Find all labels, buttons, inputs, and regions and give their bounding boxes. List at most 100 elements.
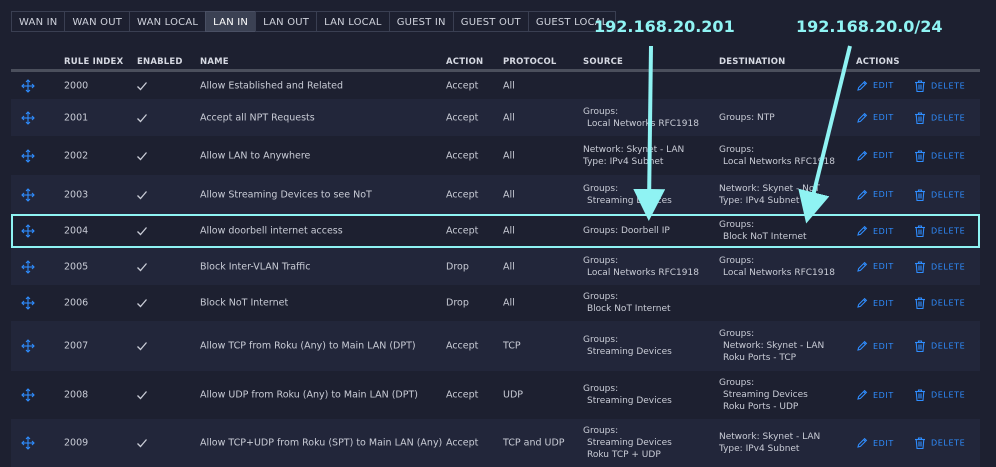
destination-line: Type: IPv4 Subnet (719, 195, 800, 206)
rule-index: 2009 (64, 437, 89, 449)
delete-button[interactable]: DELETE (914, 437, 965, 450)
rule-protocol: All (503, 297, 515, 309)
rule-source: Groups: Local Networks RFC1918 (583, 255, 699, 279)
edit-button[interactable]: EDIT (856, 80, 894, 92)
edit-button[interactable]: EDIT (856, 189, 894, 201)
rule-source: Groups: Streaming Devices (583, 383, 672, 407)
tab-guest-out[interactable]: GUEST OUT (452, 11, 529, 32)
source-line: Streaming Devices (587, 396, 672, 406)
pencil-icon (856, 437, 873, 449)
delete-label: DELETE (931, 226, 966, 236)
rule-action: Accept (446, 437, 479, 449)
table-header: RULE INDEX ENABLED NAME ACTION PROTOCOL … (11, 55, 980, 69)
tab-wan-local[interactable]: WAN LOCAL (129, 11, 207, 32)
edit-button[interactable]: EDIT (856, 340, 894, 352)
tab-guest-in[interactable]: GUEST IN (388, 11, 454, 32)
col-actions: ACTIONS (856, 57, 900, 67)
delete-label: DELETE (931, 113, 966, 122)
rule-action: Accept (446, 225, 479, 237)
drag-handle-icon[interactable] (21, 436, 35, 450)
tab-lan-local[interactable]: LAN LOCAL (316, 11, 390, 32)
delete-button[interactable]: DELETE (914, 79, 965, 92)
drag-handle-icon[interactable] (21, 78, 35, 93)
rule-protocol: All (503, 189, 515, 200)
delete-label: DELETE (931, 390, 966, 400)
rule-source: Groups: Streaming Devices (583, 334, 672, 358)
edit-button[interactable]: EDIT (856, 225, 894, 237)
table-row: 2006 Block NoT Internet Drop All Groups: Bloc… (11, 285, 980, 321)
col-rule-index: RULE INDEX (64, 57, 124, 67)
delete-button[interactable]: DELETE (914, 225, 965, 238)
delete-button[interactable]: DELETE (914, 340, 965, 353)
rule-name: Accept all NPT Requests (200, 112, 315, 123)
destination-line: Groups: (719, 144, 755, 155)
delete-label: DELETE (931, 151, 966, 160)
pencil-icon (856, 225, 873, 237)
check-icon (136, 437, 148, 449)
delete-button[interactable]: DELETE (914, 297, 965, 310)
destination-line: Streaming Devices (723, 390, 808, 400)
rule-action: Drop (446, 261, 469, 272)
pencil-icon (856, 80, 873, 92)
delete-button[interactable]: DELETE (914, 149, 965, 162)
annotation-destination-subnet: 192.168.20.0/24 (796, 17, 943, 36)
rule-action: Accept (446, 340, 479, 352)
edit-button[interactable]: EDIT (856, 389, 894, 401)
col-protocol: PROTOCOL (503, 57, 557, 67)
tab-lan-out[interactable]: LAN OUT (255, 11, 318, 32)
trash-icon (914, 297, 931, 310)
tab-lan-in[interactable]: LAN IN (205, 11, 257, 32)
rule-action: Accept (446, 80, 479, 91)
tab-wan-out[interactable]: WAN OUT (64, 11, 131, 32)
rule-source: Groups: Local Networks RFC1918 (583, 106, 699, 130)
trash-icon (914, 437, 931, 450)
drag-handle-icon[interactable] (21, 388, 35, 402)
drag-handle-icon[interactable] (21, 259, 35, 274)
edit-button[interactable]: EDIT (856, 150, 894, 162)
rule-protocol: TCP and UDP (503, 437, 565, 449)
edit-label: EDIT (873, 226, 894, 236)
source-line: Roku TCP + UDP (587, 450, 661, 460)
trash-icon (914, 79, 931, 92)
rule-name: Allow TCP+UDP from Roku (SPT) to Main LA… (200, 437, 443, 449)
edit-button[interactable]: EDIT (856, 261, 894, 273)
rule-action: Accept (446, 189, 479, 200)
check-icon (136, 225, 148, 237)
pencil-icon (856, 189, 873, 201)
destination-line: Network: Skynet - LAN (723, 341, 825, 351)
edit-label: EDIT (873, 81, 894, 90)
source-line: Groups: (583, 384, 619, 394)
delete-button[interactable]: DELETE (914, 111, 965, 124)
rule-protocol: All (503, 261, 515, 272)
source-line: Groups: (583, 292, 619, 302)
rule-index: 2002 (64, 150, 89, 161)
table-row: 2009 Allow TCP+UDP from Roku (SPT) to Mai… (11, 419, 980, 467)
source-line: Groups: (583, 335, 619, 345)
drag-handle-icon[interactable] (21, 296, 35, 310)
delete-label: DELETE (931, 438, 966, 448)
rule-name: Block NoT Internet (200, 297, 289, 309)
drag-handle-icon[interactable] (21, 110, 35, 125)
drag-handle-icon[interactable] (21, 339, 35, 353)
source-line: Type: IPv4 Subnet (583, 156, 664, 167)
rule-index: 2001 (64, 112, 89, 123)
destination-line: Groups: (719, 378, 755, 388)
tab-wan-in[interactable]: WAN IN (11, 11, 66, 32)
rule-protocol: All (503, 112, 515, 123)
rule-name: Allow Established and Related (200, 80, 344, 91)
trash-icon (914, 389, 931, 402)
drag-handle-icon[interactable] (21, 224, 35, 238)
check-icon (136, 389, 148, 401)
edit-button[interactable]: EDIT (856, 297, 894, 309)
table-row: 2001 Accept all NPT Requests Accept All Grou… (11, 99, 980, 136)
source-line: Groups: Doorbell IP (583, 226, 670, 236)
edit-button[interactable]: EDIT (856, 437, 894, 449)
delete-button[interactable]: DELETE (914, 260, 965, 273)
pencil-icon (856, 261, 873, 273)
delete-button[interactable]: DELETE (914, 188, 965, 201)
drag-handle-icon[interactable] (21, 187, 35, 202)
delete-button[interactable]: DELETE (914, 389, 965, 402)
rule-action: Accept (446, 150, 479, 161)
drag-handle-icon[interactable] (21, 148, 35, 163)
edit-button[interactable]: EDIT (856, 112, 894, 124)
